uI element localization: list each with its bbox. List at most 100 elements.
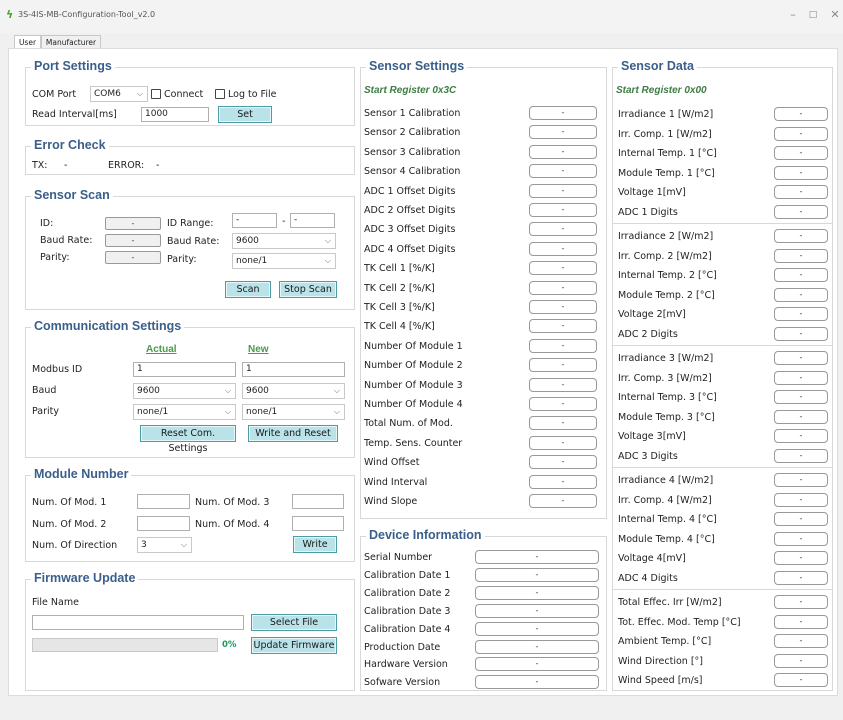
log-to-file-checkbox[interactable]: [215, 89, 225, 99]
user-panel: Port Settings COM Port COM6 ⌵ Connect Log…: [8, 48, 838, 696]
row-value: -: [774, 570, 828, 585]
select-file-button[interactable]: Select File: [251, 614, 337, 631]
scan-baud-select[interactable]: 9600 ⌵: [232, 233, 336, 249]
mod-4-label: Num. Of Mod. 4: [195, 519, 270, 530]
baud-new-select[interactable]: 9600 ⌵: [242, 383, 345, 399]
row-value: -: [774, 512, 828, 526]
app-icon: ϟ: [6, 8, 14, 21]
write-module-button[interactable]: Write: [293, 536, 337, 553]
com-port-select[interactable]: COM6 ⌵: [90, 86, 148, 102]
row-label: Total Effec. Irr [W/m2]: [618, 597, 722, 608]
window-title: 3S-4IS-MB-Configuration-Tool_v2.0: [18, 10, 156, 19]
row-label: Sofware Version: [364, 677, 441, 689]
row-value: -: [529, 261, 597, 276]
row-label: Internal Temp. 1 [°C]: [618, 148, 717, 159]
row-value: -: [774, 351, 828, 365]
row-label: Module Temp. 2 [°C]: [618, 289, 715, 301]
maximize-icon[interactable]: □: [804, 7, 822, 23]
mod-1-input[interactable]: [137, 494, 190, 509]
status-bar: [0, 698, 843, 720]
row-label: Calibration Date 4: [364, 623, 451, 635]
row-value: -: [529, 280, 597, 295]
tab-manufacturer[interactable]: Manufacturer: [41, 35, 101, 49]
baud-label: Baud: [32, 385, 57, 396]
row-value: -: [774, 429, 828, 443]
reset-com-settings-button[interactable]: Reset Com. Settings: [140, 425, 236, 454]
chevron-down-icon: ⌵: [224, 386, 231, 395]
row-value: -: [475, 603, 599, 618]
set-button[interactable]: Set: [218, 106, 272, 123]
firmware-update-group: Firmware Update File Name Select File 0%…: [25, 571, 355, 691]
row-label: TK Cell 2 [%/K]: [364, 282, 435, 294]
connect-label: Connect: [164, 89, 204, 100]
mod-3-input[interactable]: [292, 494, 344, 509]
sensor-data-group: Sensor Data Start Register 0x00 Irradian…: [612, 59, 833, 691]
parity-new-select[interactable]: none/1 ⌵: [242, 404, 345, 420]
row-label: Irr. Comp. 2 [W/m2]: [618, 250, 712, 262]
row-value: -: [774, 229, 828, 243]
num-direction-label: Num. Of Direction: [32, 540, 118, 551]
row-value: -: [529, 300, 597, 314]
row-label: ADC 3 Digits: [618, 450, 678, 462]
scan-parity-select-value: none/1: [236, 256, 268, 266]
row-label: Calibration Date 2: [364, 587, 451, 599]
row-value: -: [529, 222, 597, 237]
row-value: -: [774, 204, 828, 219]
row-label: Voltage 1[mV]: [618, 187, 686, 198]
scan-button[interactable]: Scan: [225, 281, 271, 298]
row-value: -: [475, 550, 599, 564]
row-label: Temp. Sens. Counter: [364, 437, 463, 449]
read-interval-label: Read Interval[ms]: [32, 109, 117, 120]
scan-baud-value: -: [105, 234, 161, 247]
file-name-input[interactable]: [32, 615, 244, 630]
firmware-progress-bar: [32, 638, 218, 652]
minimize-icon[interactable]: –: [784, 7, 802, 23]
tx-label: TX:: [32, 160, 48, 171]
row-value: -: [774, 307, 828, 321]
row-value: -: [529, 241, 597, 256]
row-label: ADC 3 Offset Digits: [364, 224, 456, 236]
mod-4-input[interactable]: [292, 516, 344, 531]
num-direction-value: 3: [141, 540, 147, 550]
module-number-group: Module Number Num. Of Mod. 1 Num. Of Mod…: [25, 467, 355, 562]
row-value: -: [529, 125, 597, 140]
baud-new-value: 9600: [246, 386, 269, 396]
id-range-to-input[interactable]: -: [290, 213, 335, 228]
row-value: -: [475, 639, 599, 654]
row-label: Voltage 3[mV]: [618, 431, 686, 442]
close-icon[interactable]: ✕: [826, 7, 843, 23]
log-to-file-label: Log to File: [228, 89, 277, 100]
chevron-down-icon: ⌵: [333, 407, 340, 416]
connect-checkbox[interactable]: [151, 89, 161, 99]
row-value: -: [529, 338, 597, 353]
row-label: Calibration Date 3: [364, 605, 451, 617]
row-label: Serial Number: [364, 552, 433, 563]
row-value: -: [529, 397, 597, 411]
read-interval-input[interactable]: 1000: [141, 107, 209, 122]
baud-actual-select[interactable]: 9600 ⌵: [133, 383, 236, 399]
row-value: -: [774, 248, 828, 263]
write-and-reset-button[interactable]: Write and Reset: [248, 425, 338, 442]
communication-settings-title: Communication Settings: [31, 319, 185, 333]
firmware-progress-percent: 0%: [222, 640, 237, 650]
modbus-id-new-input[interactable]: 1: [242, 362, 345, 377]
stop-scan-button[interactable]: Stop Scan: [279, 281, 337, 298]
scan-parity-select[interactable]: none/1 ⌵: [232, 253, 336, 269]
row-label: Irradiance 2 [W/m2]: [618, 231, 714, 242]
row-label: Number Of Module 2: [364, 360, 463, 372]
parity-actual-value: none/1: [137, 407, 169, 417]
scan-id-label: ID:: [40, 218, 54, 229]
id-range-from-input[interactable]: -: [232, 213, 277, 228]
mod-2-input[interactable]: [137, 516, 190, 531]
sensor-settings-group: Sensor Settings Start Register 0x3C Sens…: [360, 59, 607, 519]
id-range-dash: -: [282, 216, 286, 227]
row-label: ADC 1 Digits: [618, 206, 678, 218]
group-separator: [613, 223, 832, 224]
row-label: Number Of Module 4: [364, 399, 463, 410]
firmware-update-title: Firmware Update: [31, 571, 139, 585]
num-direction-select[interactable]: 3 ⌵: [137, 537, 192, 553]
parity-actual-select[interactable]: none/1 ⌵: [133, 404, 236, 420]
row-value: -: [774, 185, 828, 199]
update-firmware-button[interactable]: Update Firmware: [251, 637, 337, 654]
row-value: -: [774, 126, 828, 141]
